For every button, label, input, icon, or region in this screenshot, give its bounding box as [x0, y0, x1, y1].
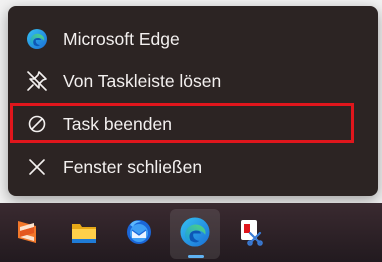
taskbar-app-snipping-tool[interactable]: [226, 209, 276, 259]
taskbar-context-menu: Microsoft Edge Von Taskleiste lösen Task…: [8, 6, 378, 196]
menu-item-label: Task beenden: [63, 114, 172, 134]
menu-item-label: Microsoft Edge: [63, 29, 180, 49]
unpin-icon: [26, 70, 48, 92]
close-icon: [26, 156, 48, 178]
thunderbird-icon: [124, 217, 154, 252]
taskbar-app-file-explorer[interactable]: [59, 209, 109, 259]
edge-icon: [26, 28, 48, 50]
menu-item-close-window[interactable]: Fenster schließen: [8, 146, 378, 188]
menu-item-unpin-from-taskbar[interactable]: Von Taskleiste lösen: [8, 60, 378, 102]
menu-item-label: Von Taskleiste lösen: [63, 71, 222, 91]
taskbar: [0, 203, 382, 262]
taskbar-app-sublime-text[interactable]: [2, 209, 52, 259]
screen: Microsoft Edge Von Taskleiste lösen Task…: [0, 0, 382, 262]
menu-item-microsoft-edge[interactable]: Microsoft Edge: [8, 18, 378, 60]
active-app-indicator: [188, 255, 204, 258]
edge-icon: [179, 216, 211, 253]
menu-item-label: Fenster schließen: [63, 157, 203, 177]
end-task-icon: [26, 113, 48, 135]
taskbar-app-thunderbird[interactable]: [114, 209, 164, 259]
sublime-text-icon: [12, 217, 42, 252]
file-explorer-icon: [69, 217, 99, 252]
menu-item-end-task[interactable]: Task beenden: [8, 103, 378, 145]
snipping-tool-icon: [236, 217, 266, 252]
taskbar-app-microsoft-edge[interactable]: [170, 209, 220, 259]
